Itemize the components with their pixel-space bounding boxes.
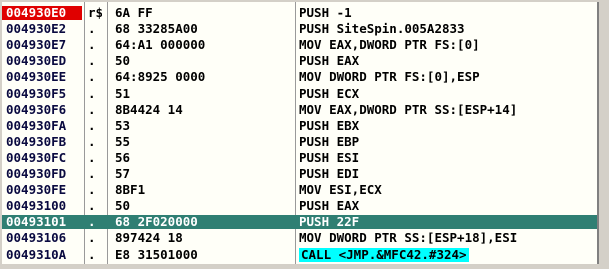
disassembly-pane[interactable]: 004930E0 r$ 6A FF PUSH -1 004930E2. 68 33285A… [2, 2, 599, 264]
instruction-cell: PUSH EAX [299, 54, 360, 69]
hex-dump-cell: 8BF1 [115, 183, 146, 198]
instruction-cell: MOV ESI,ECX [299, 183, 382, 198]
flow-marker: . [88, 247, 96, 262]
instruction-cell: MOV EAX,DWORD PTR FS:[0] [299, 38, 480, 53]
address-cell: 004930F5 [6, 86, 67, 101]
flow-marker: . [88, 118, 96, 133]
flow-marker: . [88, 167, 96, 181]
hex-dump-cell: 50 [115, 54, 131, 69]
flow-marker: . [88, 102, 96, 117]
instruction-cell: PUSH ESI [299, 150, 360, 165]
hex-dump-cell: E8 31501000 [115, 247, 198, 262]
address-cell: 004930FC [6, 150, 67, 165]
disassembly-row[interactable]: 00493100. 50 PUSH EAX [2, 199, 597, 213]
address-cell: 004930ED [6, 54, 67, 69]
flow-marker: . [88, 231, 96, 246]
address-cell: 004930EE [6, 70, 67, 85]
disassembly-row[interactable]: 004930EE. 64:8925 0000 MOV DWORD PTR FS:[0… [2, 70, 597, 84]
instruction-cell: PUSH EAX [299, 199, 360, 214]
disassembly-row[interactable]: 004930FC. 56 PUSH ESI [2, 151, 597, 165]
instruction-cell: PUSH SiteSpin.005A2833 [299, 22, 465, 37]
disassembly-row[interactable]: 004930F6. 8B4424 14 MOV EAX,DWORD PTR SS:[… [2, 103, 597, 117]
flow-marker: . [88, 199, 96, 214]
hex-dump-cell: 64:A1 000000 [115, 38, 206, 53]
hex-dump-cell: 55 [115, 134, 131, 149]
disassembly-row[interactable]: 00493106. 897424 18 MOV DWORD PTR SS:[ESP+… [2, 231, 597, 245]
hex-dump-cell: 53 [115, 118, 131, 133]
flow-marker: . [88, 70, 96, 85]
address-cell: 004930FA [6, 118, 67, 133]
instruction-cell: MOV DWORD PTR FS:[0],ESP [299, 70, 480, 85]
hex-dump-cell: 51 [115, 86, 131, 101]
disassembly-row[interactable]: 004930FA. 53 PUSH EBX [2, 119, 597, 133]
instruction-cell: MOV DWORD PTR SS:[ESP+18],ESI [299, 231, 518, 246]
hex-dump-cell: 68 2F020000 [115, 215, 198, 230]
hex-dump-cell: 68 33285A00 [115, 22, 198, 37]
cpu-window: 004930E0 r$ 6A FF PUSH -1 004930E2. 68 33285A… [0, 0, 609, 269]
instruction-cell: PUSH 22F [299, 215, 360, 230]
hex-dump-cell: 50 [115, 199, 131, 214]
address-cell: 004930E7 [6, 38, 67, 53]
hex-dump-cell: 8B4424 14 [115, 102, 183, 117]
flow-marker: . [88, 183, 96, 198]
flow-marker: . [88, 54, 96, 69]
instruction-cell: PUSH ECX [299, 86, 360, 101]
flow-marker: . [88, 150, 96, 165]
address-cell: 00493106 [6, 231, 67, 246]
instruction-cell: PUSH EDI [299, 167, 360, 181]
hex-dump-cell: 897424 18 [115, 231, 183, 246]
flow-marker: . [88, 134, 96, 149]
hex-dump-cell: 6A FF [115, 6, 153, 20]
flow-marker: . [88, 38, 96, 53]
address-cell: 004930FB [6, 134, 67, 149]
address-cell: 00493100 [6, 199, 67, 214]
hex-dump-cell: 64:8925 0000 [115, 70, 206, 85]
address-cell: 004930E2 [6, 22, 67, 37]
address-cell: 004930E0 [6, 6, 67, 20]
disassembly-row[interactable]: 004930F5. 51 PUSH ECX [2, 87, 597, 101]
instruction-cell: PUSH EBP [299, 134, 360, 149]
disassembly-row[interactable]: 004930E2. 68 33285A00 PUSH SiteSpin.005A28… [2, 22, 597, 36]
instruction-cell: PUSH EBX [299, 118, 360, 133]
disassembly-row[interactable]: 004930E7. 64:A1 000000 MOV EAX,DWORD PTR F… [2, 38, 597, 52]
instruction-cell: CALL <JMP.&MFC42.#324> [299, 247, 597, 262]
flow-marker: . [88, 86, 96, 101]
hex-dump-cell: 56 [115, 150, 131, 165]
disassembly-row[interactable]: 004930ED. 50 PUSH EAX [2, 54, 597, 68]
address-cell: 0049310A [6, 247, 67, 262]
address-cell: 004930FE [6, 183, 67, 198]
disassembly-row[interactable]: 004930FD. 57 PUSH EDI [2, 167, 597, 181]
flow-marker: . [88, 215, 96, 230]
disassembly-row[interactable]: 0049310A. E8 31501000 CALL <JMP.&MFC42.#32… [2, 247, 597, 262]
address-cell: 00493101 [6, 215, 67, 230]
address-cell: 004930F6 [6, 102, 67, 117]
address-cell: 004930FD [6, 167, 67, 181]
call-instruction-highlight: CALL <JMP.&MFC42.#324> [299, 247, 469, 262]
disassembly-row[interactable]: 004930E0 r$ 6A FF PUSH -1 [2, 6, 597, 20]
hex-dump-cell: 57 [115, 167, 131, 181]
disassembly-row[interactable]: 004930FB. 55 PUSH EBP [2, 135, 597, 149]
disassembly-row[interactable]: 004930FE. 8BF1 MOV ESI,ECX [2, 183, 597, 197]
instruction-cell: PUSH -1 [299, 6, 352, 20]
disassembly-row[interactable]: 00493101. 68 2F020000 PUSH 22F [2, 215, 597, 230]
flow-marker: . [88, 22, 96, 37]
flow-marker: r$ [88, 6, 102, 20]
instruction-cell: MOV EAX,DWORD PTR SS:[ESP+14] [299, 102, 518, 117]
